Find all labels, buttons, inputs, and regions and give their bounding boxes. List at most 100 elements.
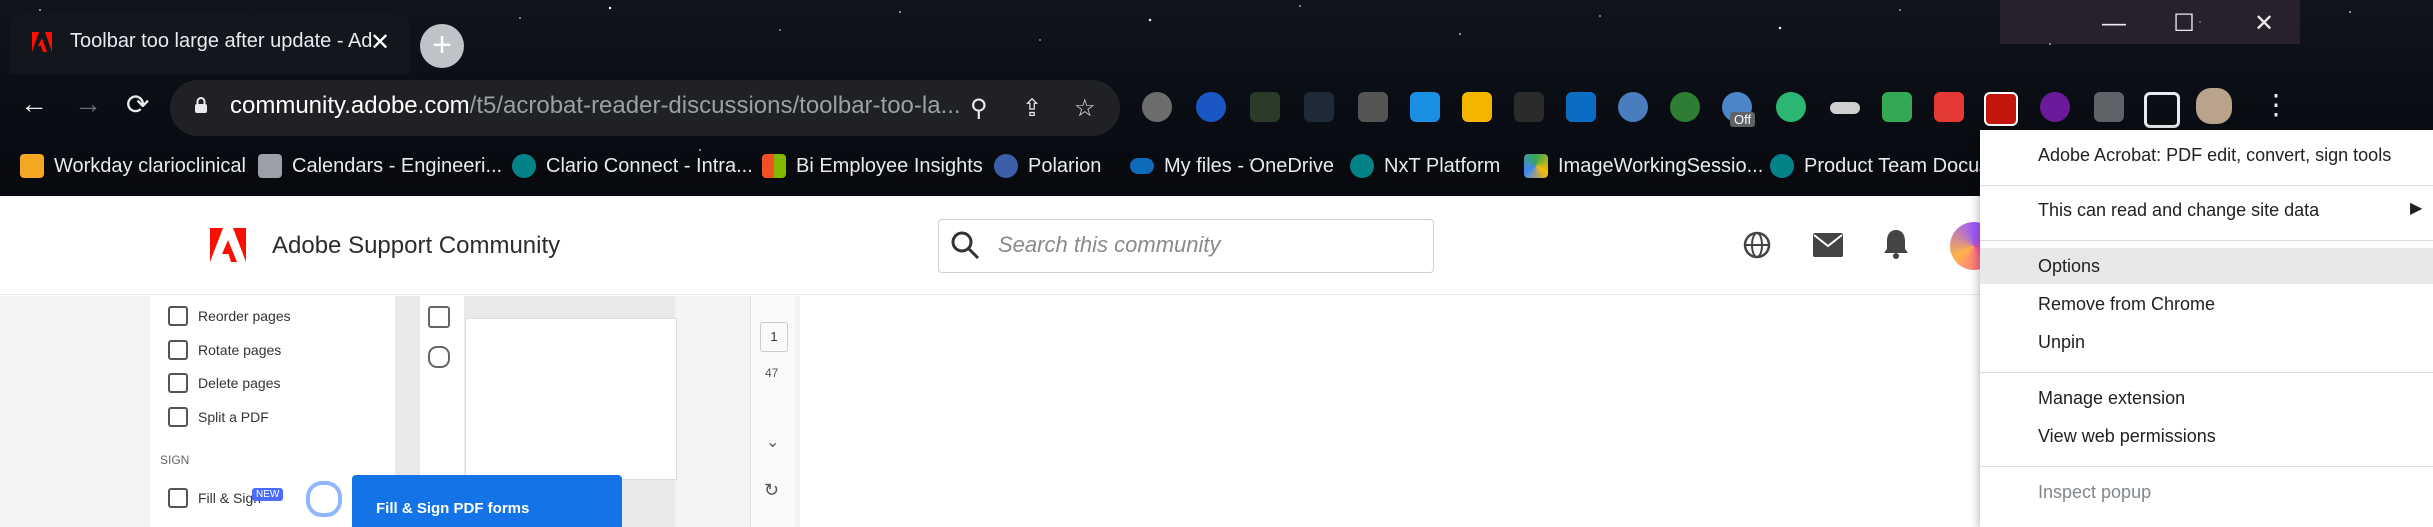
menu-item-manage-extension[interactable]: Manage extension (2038, 388, 2185, 409)
pen-icon (168, 488, 188, 508)
extension-off-badge: Off (1730, 112, 1756, 127)
sign-section-label: SIGN (160, 453, 190, 467)
split-icon (168, 407, 188, 427)
menu-separator (1980, 240, 2433, 241)
bookmark-bi-insights[interactable]: Bi Employee Insights (762, 152, 983, 180)
extension-green-icon[interactable] (1776, 92, 1806, 122)
menu-item-site-data[interactable]: This can read and change site data (2038, 200, 2319, 221)
side-item-label: Delete pages (198, 375, 281, 391)
maximize-button[interactable]: ☐ (2150, 4, 2218, 44)
reload-icon[interactable]: ⟳ (126, 88, 149, 121)
adobe-logo-icon[interactable] (210, 228, 246, 262)
adobe-favicon-icon (32, 32, 52, 52)
lock-icon[interactable] (192, 96, 210, 114)
bookmark-calendars[interactable]: Calendars - Engineeri... (258, 152, 502, 180)
menu-item-extension-name[interactable]: Adobe Acrobat: PDF edit, convert, sign t… (2038, 145, 2391, 166)
reorder-icon (168, 306, 188, 326)
site-title[interactable]: Adobe Support Community (272, 232, 560, 260)
bookmark-nxt-platform[interactable]: NxT Platform (1350, 152, 1500, 180)
microsoft-icon (762, 154, 786, 178)
sharepoint-icon (1770, 154, 1794, 178)
profile-avatar[interactable] (2196, 88, 2232, 124)
menu-item-unpin[interactable]: Unpin (2038, 332, 2085, 353)
submenu-arrow-icon: ▶ (2410, 200, 2423, 217)
menu-item-inspect-popup: Inspect popup (2038, 482, 2152, 502)
extension-download-icon[interactable] (1882, 92, 1912, 122)
menu-item-options[interactable]: Options (2038, 256, 2100, 277)
bookmark-label: My files - OneDrive (1164, 154, 1335, 177)
side-item-label: Rotate pages (198, 342, 282, 358)
extension-pen-icon[interactable] (1304, 92, 1334, 122)
tab-close-icon[interactable]: ✕ (370, 28, 390, 57)
bookmark-onedrive[interactable]: My files - OneDrive (1130, 152, 1334, 180)
extension-dark-icon[interactable] (1514, 92, 1544, 122)
share-icon[interactable]: ⇪ (1022, 94, 1042, 123)
menu-item-web-permissions[interactable]: View web permissions (2038, 426, 2216, 447)
delete-icon (168, 373, 188, 393)
menu-item-remove[interactable]: Remove from Chrome (2038, 294, 2215, 315)
polarion-icon (994, 154, 1018, 178)
bookmark-product-team[interactable]: Product Team Docum (1770, 152, 1980, 180)
refresh-icon: ↻ (764, 480, 780, 500)
sharepoint-icon (512, 154, 536, 178)
split-pdf-item: Split a PDF (168, 407, 269, 427)
fill-sign-tooltip-label: Fill & Sign PDF forms (376, 500, 530, 517)
bookmark-label: Calendars - Engineeri... (292, 154, 503, 177)
extension-bar-icon[interactable] (1830, 102, 1860, 114)
reorder-pages-item: Reorder pages (168, 306, 291, 326)
window-close-button[interactable]: ✕ (2230, 4, 2298, 44)
sharepoint-icon (1350, 154, 1374, 178)
bell-icon[interactable] (1882, 228, 1910, 260)
bookmark-label: Product Team Docum (1804, 154, 1980, 177)
bookmark-star-icon[interactable]: ☆ (1074, 94, 1096, 123)
bookmark-label: Workday clarioclinical (54, 154, 246, 177)
kebab-menu-icon[interactable]: ⋮ (2262, 88, 2290, 121)
url-path: /t5/acrobat-reader-discussions/toolbar-t… (469, 92, 961, 119)
bookmark-label: Polarion (1028, 154, 1102, 177)
onedrive-cloud-icon (1130, 158, 1154, 174)
forward-arrow-icon[interactable]: → (74, 88, 102, 120)
delete-pages-item: Delete pages (168, 373, 281, 393)
extension-check-icon[interactable] (1196, 92, 1226, 122)
bookmark-clario-connect[interactable]: Clario Connect - Intra... (512, 152, 753, 180)
extension-notes-icon[interactable] (1462, 92, 1492, 122)
extension-react-icon[interactable] (1618, 92, 1648, 122)
minimize-button[interactable]: — (2080, 4, 2148, 44)
new-tab-button[interactable]: + (420, 24, 464, 68)
extension-frame-icon[interactable] (1250, 92, 1280, 122)
extension-gear-icon[interactable] (1142, 92, 1172, 122)
url-text[interactable]: community.adobe.com/t5/acrobat-reader-di… (230, 92, 961, 120)
bookmark-imageworking[interactable]: ImageWorkingSessio... (1524, 152, 1763, 180)
globe-icon[interactable] (1742, 230, 1772, 260)
url-host: community.adobe.com (230, 92, 470, 119)
mail-icon[interactable] (1812, 232, 1844, 258)
search-placeholder: Search this community (998, 232, 1221, 257)
search-icon[interactable]: ⚲ (970, 94, 988, 123)
extension-pdf-icon[interactable] (1934, 92, 1964, 122)
extension-s-icon[interactable] (1410, 92, 1440, 122)
side-item-label: Reorder pages (198, 308, 291, 324)
page-count: 47 (765, 366, 779, 380)
extension-context-menu (1980, 130, 2433, 527)
extension-puzzle-icon[interactable] (1358, 92, 1388, 122)
bookmark-label: Bi Employee Insights (796, 154, 983, 177)
side-panel-icon[interactable] (2144, 92, 2180, 128)
bookmark-label: ImageWorkingSessio... (1558, 154, 1764, 177)
page-number-box: 1 (760, 322, 788, 352)
extension-m-icon[interactable] (1566, 92, 1596, 122)
extensions-puzzle-icon[interactable] (2094, 92, 2124, 122)
extension-sparkle-icon[interactable] (2040, 92, 2070, 122)
bookmark-polarion[interactable]: Polarion (994, 152, 1101, 180)
search-icon (951, 231, 980, 260)
page-thumbnail (465, 318, 677, 480)
extension-globe-icon[interactable] (1670, 92, 1700, 122)
bookmark-label: Clario Connect - Intra... (546, 154, 753, 177)
chevron-down-icon: ⌄ (766, 434, 780, 451)
adobe-acrobat-extension-icon[interactable] (1984, 92, 2018, 126)
fill-sign-item: Fill & Sign (168, 488, 261, 508)
calendar-icon (258, 154, 282, 178)
rotate-icon (168, 340, 188, 360)
workday-icon (20, 154, 44, 178)
back-arrow-icon[interactable]: ← (20, 88, 48, 120)
bookmark-workday[interactable]: Workday clarioclinical (20, 152, 246, 180)
